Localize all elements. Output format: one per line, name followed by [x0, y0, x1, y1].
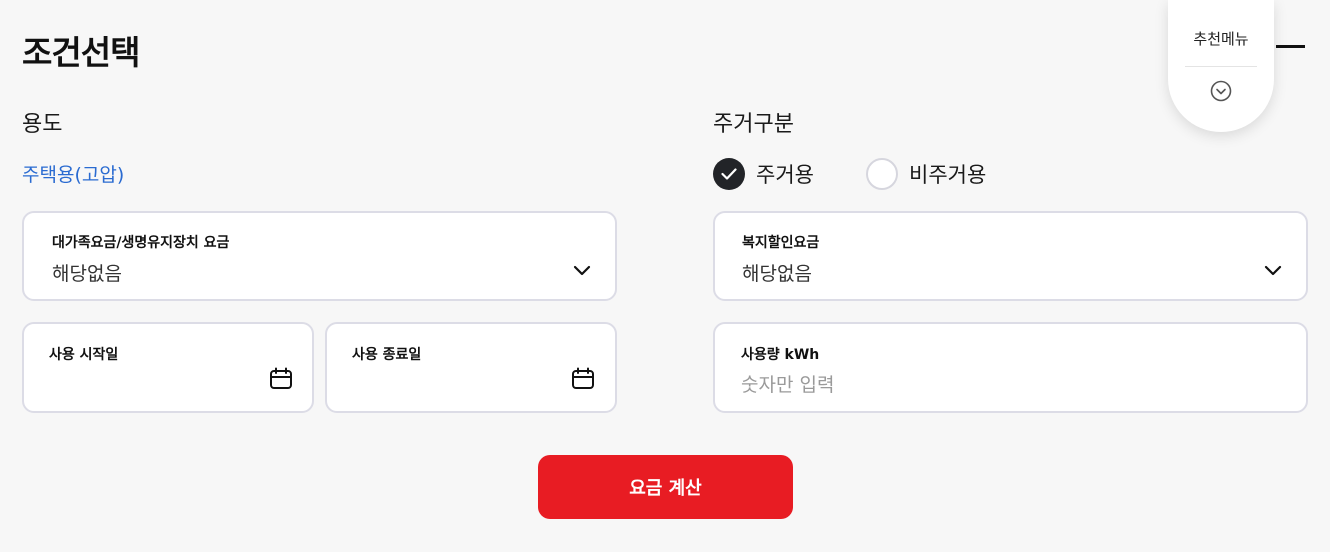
- divider: [1185, 66, 1257, 67]
- start-date-field[interactable]: 사용 시작일: [22, 322, 314, 413]
- usage-kwh-label: 사용량 kWh: [741, 347, 820, 363]
- recommend-menu[interactable]: 추천메뉴: [1168, 0, 1274, 132]
- family-fee-select[interactable]: 대가족요금/생명유지장치 요금 해당없음: [22, 211, 617, 301]
- recommend-menu-label: 추천메뉴: [1193, 30, 1249, 48]
- chevron-down-icon: [1264, 265, 1282, 276]
- calendar-icon[interactable]: [571, 367, 595, 391]
- end-date-field[interactable]: 사용 종료일: [325, 322, 617, 413]
- welfare-discount-label: 복지할인요금: [742, 235, 820, 251]
- calculate-fee-button[interactable]: 요금 계산: [538, 455, 793, 519]
- check-icon: [713, 158, 745, 190]
- radio-residential-label: 주거용: [756, 163, 814, 187]
- family-fee-label: 대가족요금/생명유지장치 요금: [52, 235, 230, 251]
- usage-kwh-input[interactable]: 사용량 kWh 숫자만 입력: [713, 322, 1308, 413]
- family-fee-value: 해당없음: [52, 263, 122, 285]
- residence-label: 주거구분: [713, 112, 794, 137]
- radio-non-residential[interactable]: 비주거용: [866, 158, 986, 190]
- welfare-discount-select[interactable]: 복지할인요금 해당없음: [713, 211, 1308, 301]
- page-title: 조건선택: [22, 33, 140, 72]
- calendar-icon[interactable]: [269, 367, 293, 391]
- chevron-circle-down-icon[interactable]: [1210, 80, 1232, 102]
- menu-dash-icon[interactable]: [1276, 45, 1305, 48]
- usage-label: 용도: [22, 112, 63, 137]
- usage-value-link[interactable]: 주택용(고압): [22, 160, 124, 187]
- end-date-label: 사용 종료일: [352, 347, 422, 363]
- chevron-down-icon: [573, 265, 591, 276]
- radio-empty-icon: [866, 158, 898, 190]
- usage-kwh-placeholder: 숫자만 입력: [741, 374, 835, 396]
- radio-non-residential-label: 비주거용: [909, 163, 987, 187]
- start-date-label: 사용 시작일: [49, 347, 119, 363]
- radio-residential[interactable]: 주거용: [713, 158, 814, 190]
- welfare-discount-value: 해당없음: [742, 263, 812, 285]
